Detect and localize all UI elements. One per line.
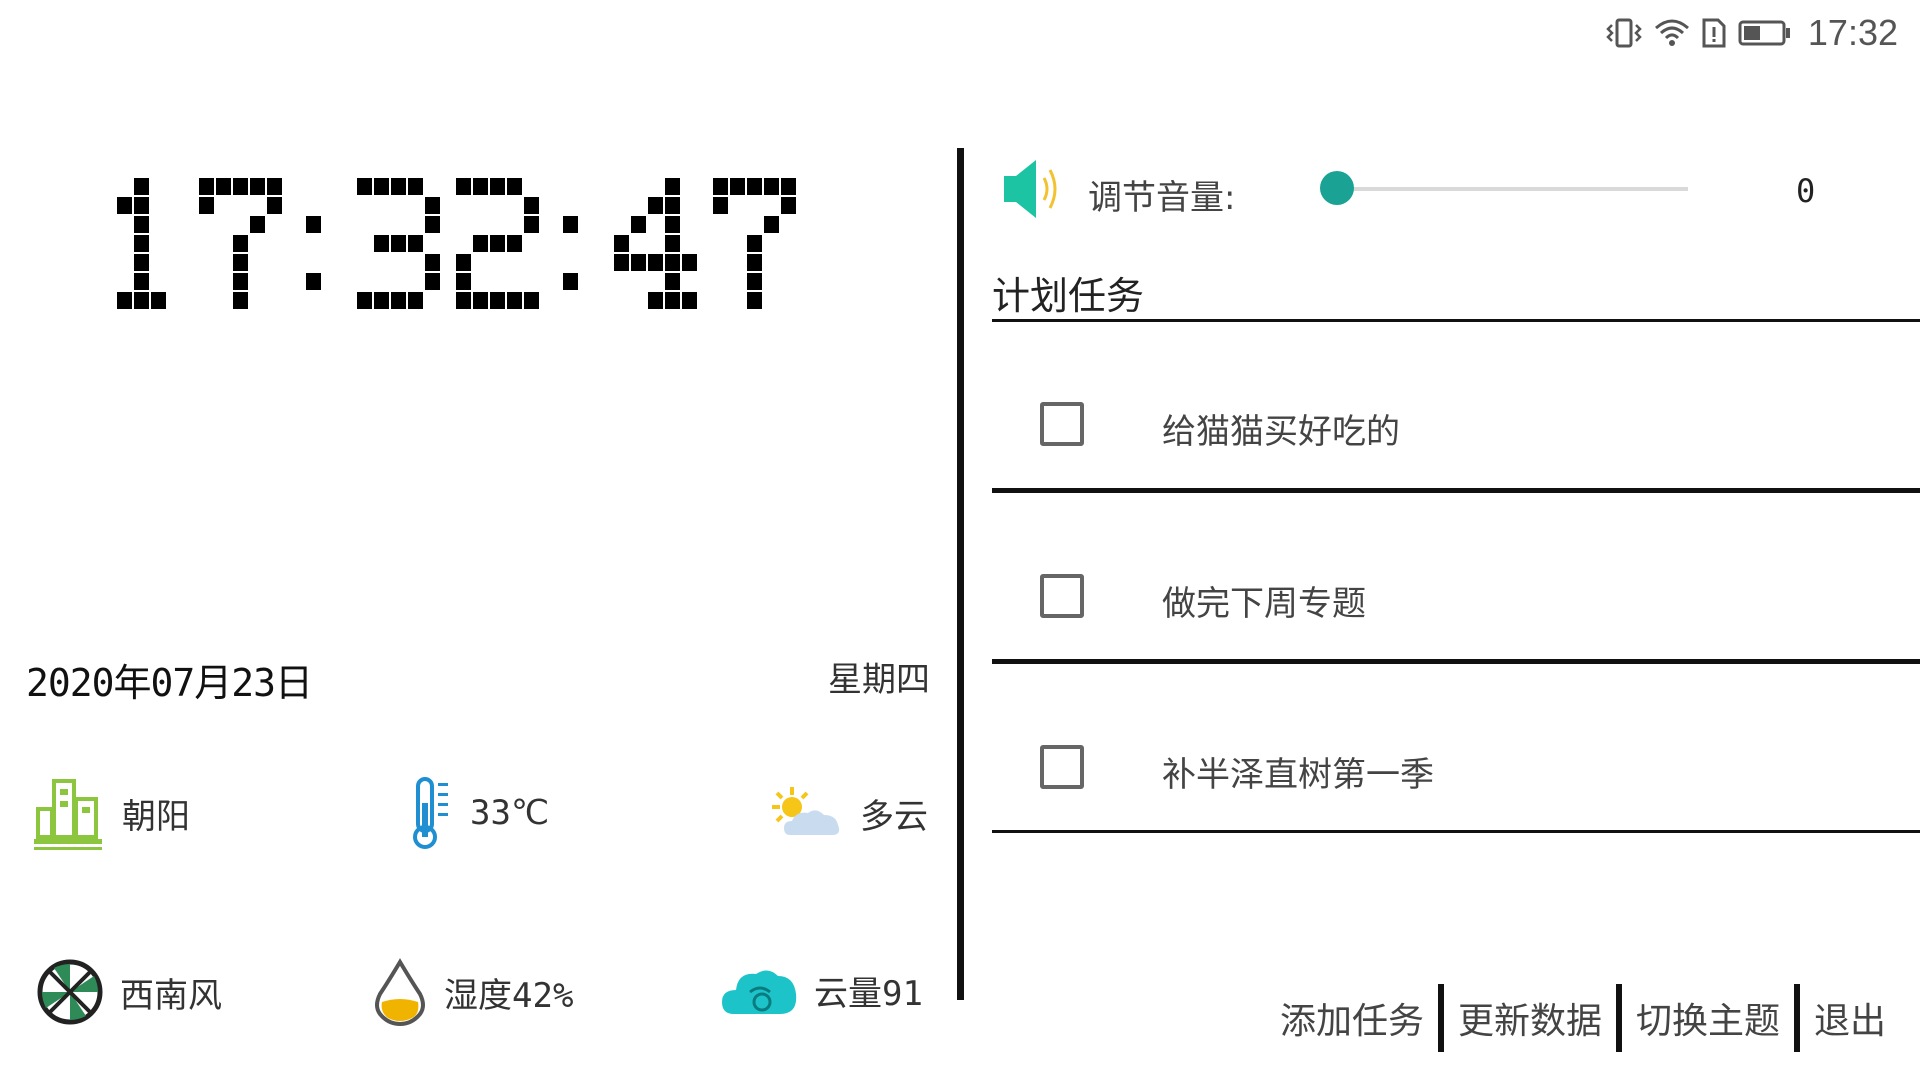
- task-checkbox[interactable]: [1040, 402, 1084, 446]
- task-checkbox[interactable]: [1040, 574, 1084, 618]
- sim-icon: [1702, 18, 1726, 48]
- task-divider: [992, 488, 1920, 493]
- task-checkbox[interactable]: [1040, 745, 1084, 789]
- clock-colon: [563, 216, 578, 290]
- clock-digits: [117, 178, 796, 309]
- task-item[interactable]: 做完下周专题: [992, 542, 1920, 662]
- exit-button[interactable]: 退出: [1800, 984, 1900, 1052]
- task-text: 补半泽直树第一季: [1162, 755, 1434, 795]
- location-item: 朝阳: [30, 775, 190, 851]
- wind-item: 西南风: [36, 958, 222, 1026]
- vibrate-icon: [1606, 18, 1642, 48]
- bottom-toolbar: 添加任务 更新数据 切换主题 退出: [1266, 984, 1900, 1052]
- weekday-text: 星期四: [828, 660, 930, 700]
- wifi-icon: [1654, 19, 1689, 46]
- condition-item: 多云: [768, 785, 928, 841]
- add-task-button[interactable]: 添加任务: [1266, 984, 1438, 1052]
- task-text: 做完下周专题: [1162, 584, 1366, 624]
- status-time: 17:32: [1807, 12, 1898, 53]
- partly-cloudy-icon: [772, 787, 840, 835]
- tasks-title: 计划任务: [992, 274, 1145, 318]
- update-data-button[interactable]: 更新数据: [1444, 984, 1616, 1052]
- task-item[interactable]: 给猫猫买好吃的: [992, 370, 1920, 490]
- temperature-label: 33℃: [470, 793, 550, 833]
- condition-label: 多云: [860, 796, 928, 837]
- clock-digit: [713, 178, 796, 309]
- clock-digit: [456, 178, 539, 309]
- task-text: 给猫猫买好吃的: [1162, 412, 1400, 452]
- panel-divider: [957, 148, 964, 1000]
- date-text: 2020年07月23日: [26, 661, 313, 705]
- tasks-header-divider: [992, 319, 1920, 322]
- clock-colon: [306, 216, 321, 290]
- location-label: 朝阳: [122, 796, 190, 837]
- volume-slider-thumb[interactable]: [1320, 171, 1354, 205]
- thermometer-icon: [413, 777, 448, 849]
- clock-digit: [117, 178, 166, 309]
- speaker-icon[interactable]: [1002, 156, 1070, 222]
- humidity-label: 湿度42%: [444, 975, 574, 1016]
- volume-value: 0: [1796, 172, 1816, 210]
- humidity-item: 湿度42%: [372, 958, 573, 1026]
- volume-label: 调节音量:: [1088, 178, 1236, 218]
- switch-theme-button[interactable]: 切换主题: [1622, 984, 1794, 1052]
- cloud-label: 云量91: [814, 973, 923, 1014]
- clock-digit: [199, 178, 282, 309]
- cloud-icon: [722, 970, 797, 1014]
- volume-control: 调节音量:: [1002, 156, 1832, 226]
- wind-fan-icon: [37, 959, 103, 1025]
- task-divider: [992, 659, 1920, 664]
- city-buildings-icon: [34, 779, 102, 850]
- battery-icon: [1738, 20, 1790, 46]
- status-bar: 17:32: [1606, 10, 1898, 56]
- temperature-item: 33℃: [410, 775, 549, 851]
- cloud-item: 云量91: [720, 962, 923, 1018]
- task-item[interactable]: 补半泽直树第一季: [992, 713, 1920, 833]
- humidity-drop-icon: [375, 958, 425, 1026]
- digital-clock: [100, 178, 860, 318]
- clock-digit: [614, 178, 697, 309]
- task-divider: [992, 830, 1920, 833]
- volume-slider-track[interactable]: [1336, 187, 1688, 191]
- clock-digit: [357, 178, 440, 309]
- wind-label: 西南风: [120, 975, 222, 1016]
